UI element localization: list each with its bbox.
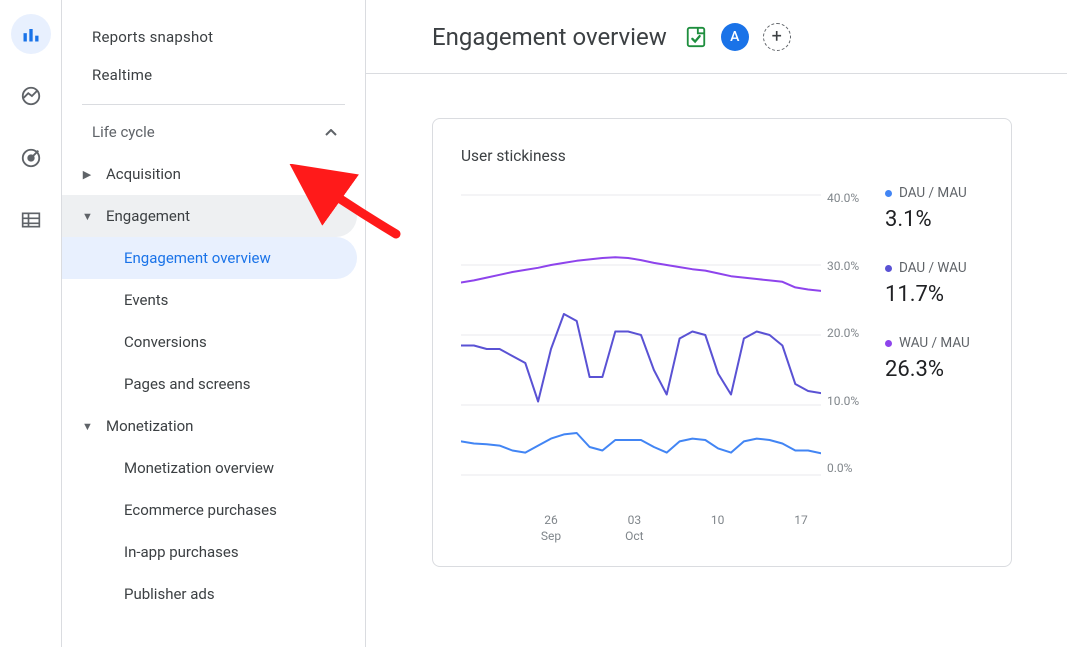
verified-icon[interactable] [685, 26, 707, 48]
x-axis-ticks: 26 Sep 03 Oct 10 17 [461, 513, 821, 544]
legend-label: WAU / MAU [899, 335, 970, 351]
group-label: Monetization [106, 417, 193, 435]
xtick: 26 [544, 513, 558, 527]
legend-label: DAU / MAU [899, 185, 967, 201]
ytick: 10.0% [821, 394, 871, 408]
sidebar-item-engagement[interactable]: ▼ Engagement [62, 195, 357, 237]
sidebar-item-reports-snapshot[interactable]: Reports snapshot [62, 18, 365, 56]
content-area: User stickiness 40.0% 30.0% 20.0% 10.0% … [366, 74, 1067, 647]
stickiness-card: User stickiness 40.0% 30.0% 20.0% 10.0% … [432, 118, 1012, 567]
sidebar-item-engagement-overview[interactable]: Engagement overview [62, 237, 357, 279]
xtick-sub: Oct [625, 529, 643, 543]
group-label: Acquisition [106, 165, 181, 183]
xtick: 10 [711, 513, 725, 527]
sidebar-item-monetization-overview[interactable]: Monetization overview [62, 447, 365, 489]
legend-value: 26.3% [885, 357, 983, 382]
caret-down-icon: ▼ [82, 420, 92, 433]
chart-legend: DAU / MAU 3.1% DAU / WAU 11.7% WAU / MAU… [871, 185, 983, 505]
y-axis-ticks: 40.0% 30.0% 20.0% 10.0% 0.0% [821, 185, 871, 475]
avatar[interactable]: A [721, 23, 749, 51]
sidebar: Reports snapshot Realtime Life cycle ▶ A… [62, 0, 366, 647]
section-label: Life cycle [92, 123, 155, 141]
legend-value: 3.1% [885, 207, 983, 232]
legend-dot [885, 190, 892, 197]
legend-item-wau-mau[interactable]: WAU / MAU 26.3% [885, 335, 983, 382]
caret-right-icon: ▶ [82, 168, 92, 181]
group-label: Engagement [106, 207, 190, 225]
left-rail [0, 0, 62, 647]
xtick: 17 [794, 513, 808, 527]
chevron-up-icon [325, 123, 337, 141]
card-title: User stickiness [461, 147, 983, 165]
legend-dot [885, 265, 892, 272]
stickiness-chart[interactable] [461, 185, 821, 505]
explore-icon[interactable] [11, 76, 51, 116]
main-area: Engagement overview A + User stickiness … [366, 0, 1067, 647]
legend-item-dau-wau[interactable]: DAU / WAU 11.7% [885, 260, 983, 307]
sidebar-item-pages-screens[interactable]: Pages and screens [62, 363, 365, 405]
advertising-icon[interactable] [11, 138, 51, 178]
sidebar-item-acquisition[interactable]: ▶ Acquisition [62, 153, 365, 195]
ytick: 40.0% [821, 191, 871, 205]
add-comparison-button[interactable]: + [763, 23, 791, 51]
ytick: 20.0% [821, 326, 871, 340]
page-title: Engagement overview [432, 23, 667, 51]
sidebar-item-ecommerce-purchases[interactable]: Ecommerce purchases [62, 489, 365, 531]
sidebar-item-conversions[interactable]: Conversions [62, 321, 365, 363]
ytick: 0.0% [821, 461, 871, 475]
configure-icon[interactable] [11, 200, 51, 240]
legend-dot [885, 340, 892, 347]
xtick: 03 [628, 513, 642, 527]
legend-value: 11.7% [885, 282, 983, 307]
ytick: 30.0% [821, 259, 871, 273]
reports-icon[interactable] [11, 14, 51, 54]
xtick-sub: Sep [541, 529, 561, 543]
sidebar-item-events[interactable]: Events [62, 279, 365, 321]
caret-down-icon: ▼ [82, 210, 92, 223]
sidebar-item-monetization[interactable]: ▼ Monetization [62, 405, 365, 447]
sidebar-section-lifecycle[interactable]: Life cycle [62, 111, 365, 153]
legend-item-dau-mau[interactable]: DAU / MAU 3.1% [885, 185, 983, 232]
sidebar-item-realtime[interactable]: Realtime [62, 56, 365, 94]
sidebar-item-inapp-purchases[interactable]: In-app purchases [62, 531, 365, 573]
sidebar-item-publisher-ads[interactable]: Publisher ads [62, 573, 365, 615]
legend-label: DAU / WAU [899, 260, 967, 276]
sidebar-separator [82, 104, 345, 105]
page-header: Engagement overview A + [366, 0, 1067, 74]
